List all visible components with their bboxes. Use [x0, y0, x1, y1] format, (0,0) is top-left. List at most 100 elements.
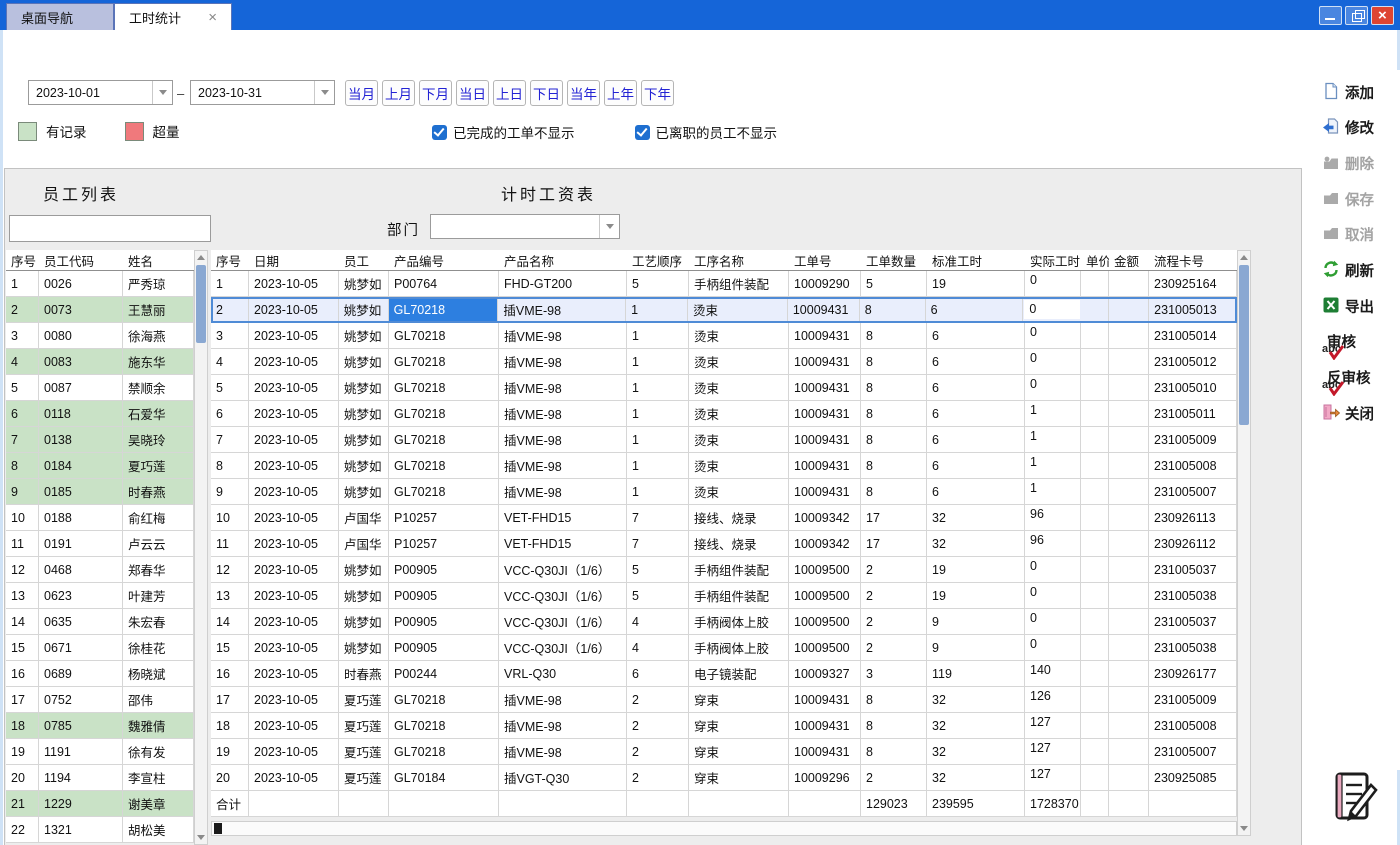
employee-row[interactable]: 80184夏巧莲 [6, 453, 194, 479]
sidebar-button-6[interactable]: 刷新 [1322, 259, 1374, 283]
employee-row[interactable]: 120468郑春华 [6, 557, 194, 583]
scroll-up-icon[interactable] [197, 255, 205, 260]
wage-row[interactable]: 92023-10-05姚梦如GL70218插VME-981烫束100094318… [211, 479, 1237, 505]
chevron-down-icon[interactable] [314, 81, 334, 104]
scroll-up-icon[interactable] [1240, 255, 1248, 260]
table-cell: 8 [861, 427, 927, 452]
employee-row[interactable]: 30080徐海燕 [6, 323, 194, 349]
sidebar-button-7[interactable]: 导出 [1322, 294, 1374, 318]
table-cell: 0087 [39, 375, 123, 400]
wage-row[interactable]: 52023-10-05姚梦如GL70218插VME-981烫束100094318… [211, 375, 1237, 401]
scroll-down-icon[interactable] [1240, 826, 1248, 831]
minimize-button[interactable] [1319, 6, 1342, 25]
scroll-down-icon[interactable] [197, 835, 205, 840]
employee-row[interactable]: 221321胡松美 [6, 817, 194, 843]
wage-row[interactable]: 72023-10-05姚梦如GL70218插VME-981烫束100094318… [211, 427, 1237, 453]
sidebar-button-2[interactable]: 修改 [1322, 116, 1374, 140]
employee-search-input[interactable] [9, 215, 211, 242]
date-quick-button-3[interactable]: 下月 [419, 80, 452, 106]
wage-row[interactable]: 112023-10-05卢国华P10257VET-FHD157接线、烧录1000… [211, 531, 1237, 557]
scrollbar-thumb[interactable] [1239, 265, 1249, 425]
maximize-button[interactable] [1345, 6, 1368, 25]
employee-row[interactable]: 100188俞红梅 [6, 505, 194, 531]
wage-row-selected[interactable]: 22023-10-05姚梦如GL70218插VME-981烫束100094318… [211, 297, 1237, 323]
scrollbar-thumb[interactable] [214, 823, 222, 834]
wage-row[interactable]: 132023-10-05姚梦如P00905VCC-Q30JI（1/6）5手柄组件… [211, 583, 1237, 609]
table-cell: 8 [861, 401, 927, 426]
tab-work-hours-stats[interactable]: 工时统计 × [114, 3, 232, 30]
wage-row[interactable]: 102023-10-05卢国华P10257VET-FHD157接线、烧录1000… [211, 505, 1237, 531]
memo-edit-icon[interactable] [1332, 770, 1384, 829]
table-cell: 14 [6, 609, 39, 634]
wage-row[interactable]: 152023-10-05姚梦如P00905VCC-Q30JI（1/6）4手柄阀体… [211, 635, 1237, 661]
checkbox-checked-icon[interactable] [635, 125, 650, 140]
table-cell: 1 [627, 375, 689, 400]
date-quick-button-1[interactable]: 当月 [345, 80, 378, 106]
employee-row[interactable]: 170752邵伟 [6, 687, 194, 713]
wage-row[interactable]: 62023-10-05姚梦如GL70218插VME-981烫束100094318… [211, 401, 1237, 427]
employee-row[interactable]: 191191徐有发 [6, 739, 194, 765]
employee-row[interactable]: 10026严秀琼 [6, 271, 194, 297]
wage-row[interactable]: 202023-10-05夏巧莲GL70184插VGT-Q302穿束1000929… [211, 765, 1237, 791]
wage-row[interactable]: 122023-10-05姚梦如P00905VCC-Q30JI（1/6）5手柄组件… [211, 557, 1237, 583]
date-quick-button-6[interactable]: 下日 [530, 80, 563, 106]
close-window-button[interactable] [1371, 6, 1394, 25]
sidebar-button-8[interactable]: abc审核 [1322, 330, 1356, 354]
table-cell: 10009500 [789, 609, 861, 634]
employee-row[interactable]: 160689杨晓斌 [6, 661, 194, 687]
table-cell: 1 [626, 297, 688, 322]
date-quick-button-5[interactable]: 上日 [493, 80, 526, 106]
employee-row[interactable]: 40083施东华 [6, 349, 194, 375]
table-cell: 0191 [39, 531, 123, 556]
sidebar-button-1[interactable]: 添加 [1322, 80, 1374, 104]
wage-row[interactable]: 192023-10-05夏巧莲GL70218插VME-982穿束10009431… [211, 739, 1237, 765]
employee-row[interactable]: 20073王慧丽 [6, 297, 194, 323]
wage-row[interactable]: 42023-10-05姚梦如GL70218插VME-981烫束100094318… [211, 349, 1237, 375]
table-cell: 10009431 [789, 739, 861, 764]
date-quick-button-7[interactable]: 当年 [567, 80, 600, 106]
scrollbar-thumb[interactable] [196, 265, 206, 343]
chevron-down-icon[interactable] [599, 215, 619, 238]
end-date-combobox[interactable]: 2023-10-31 [190, 80, 335, 105]
date-quick-button-2[interactable]: 上月 [382, 80, 415, 106]
employee-row[interactable]: 130623叶建芳 [6, 583, 194, 609]
checkbox-checked-icon[interactable] [432, 125, 447, 140]
employee-row[interactable]: 70138吴晓玲 [6, 427, 194, 453]
employee-row[interactable]: 90185时春燕 [6, 479, 194, 505]
wage-row[interactable]: 162023-10-05时春燕P00244VRL-Q306电子镜装配100093… [211, 661, 1237, 687]
employee-table-vscrollbar[interactable] [194, 250, 208, 845]
filter-check-2[interactable]: 已离职的员工不显示 [635, 122, 778, 142]
employee-row[interactable]: 180785魏雅倩 [6, 713, 194, 739]
wage-table-vscrollbar[interactable] [1237, 250, 1251, 836]
employee-row[interactable]: 140635朱宏春 [6, 609, 194, 635]
sidebar-button-9[interactable]: abc反审核 [1322, 366, 1371, 390]
total-cell [1149, 791, 1237, 816]
employee-row[interactable]: 50087禁顺余 [6, 375, 194, 401]
date-quick-button-4[interactable]: 当日 [456, 80, 489, 106]
table-cell: 烫束 [689, 349, 789, 374]
wage-row[interactable]: 172023-10-05夏巧莲GL70218插VME-982穿束10009431… [211, 687, 1237, 713]
start-date-combobox[interactable]: 2023-10-01 [28, 80, 173, 105]
wage-row[interactable]: 32023-10-05姚梦如GL70218插VME-981烫束100094318… [211, 323, 1237, 349]
selected-cell[interactable]: GL70218 [389, 297, 499, 322]
department-combobox[interactable] [430, 214, 620, 239]
employee-row[interactable]: 60118石爱华 [6, 401, 194, 427]
tab-close-icon[interactable]: × [208, 10, 217, 25]
table-cell: 16 [211, 661, 249, 686]
filter-check-1[interactable]: 已完成的工单不显示 [432, 122, 575, 142]
wage-table-hscrollbar[interactable] [211, 821, 1237, 836]
wage-row[interactable]: 82023-10-05姚梦如GL70218插VME-981烫束100094318… [211, 453, 1237, 479]
date-quick-button-8[interactable]: 上年 [604, 80, 637, 106]
employee-row[interactable]: 211229谢美章 [6, 791, 194, 817]
wage-row[interactable]: 142023-10-05姚梦如P00905VCC-Q30JI（1/6）4手柄阀体… [211, 609, 1237, 635]
chevron-down-icon[interactable] [152, 81, 172, 104]
employee-row[interactable]: 201194李宣柱 [6, 765, 194, 791]
sidebar-button-10[interactable]: 关闭 [1322, 401, 1374, 425]
wage-row[interactable]: 182023-10-05夏巧莲GL70218插VME-982穿束10009431… [211, 713, 1237, 739]
wage-row[interactable]: 12023-10-05姚梦如P00764FHD-GT2005手柄组件装配1000… [211, 271, 1237, 297]
table-cell: 时春燕 [123, 479, 194, 504]
tab-desktop-navigation[interactable]: 桌面导航 [6, 3, 114, 30]
employee-row[interactable]: 110191卢云云 [6, 531, 194, 557]
employee-row[interactable]: 150671徐桂花 [6, 635, 194, 661]
date-quick-button-9[interactable]: 下年 [641, 80, 674, 106]
